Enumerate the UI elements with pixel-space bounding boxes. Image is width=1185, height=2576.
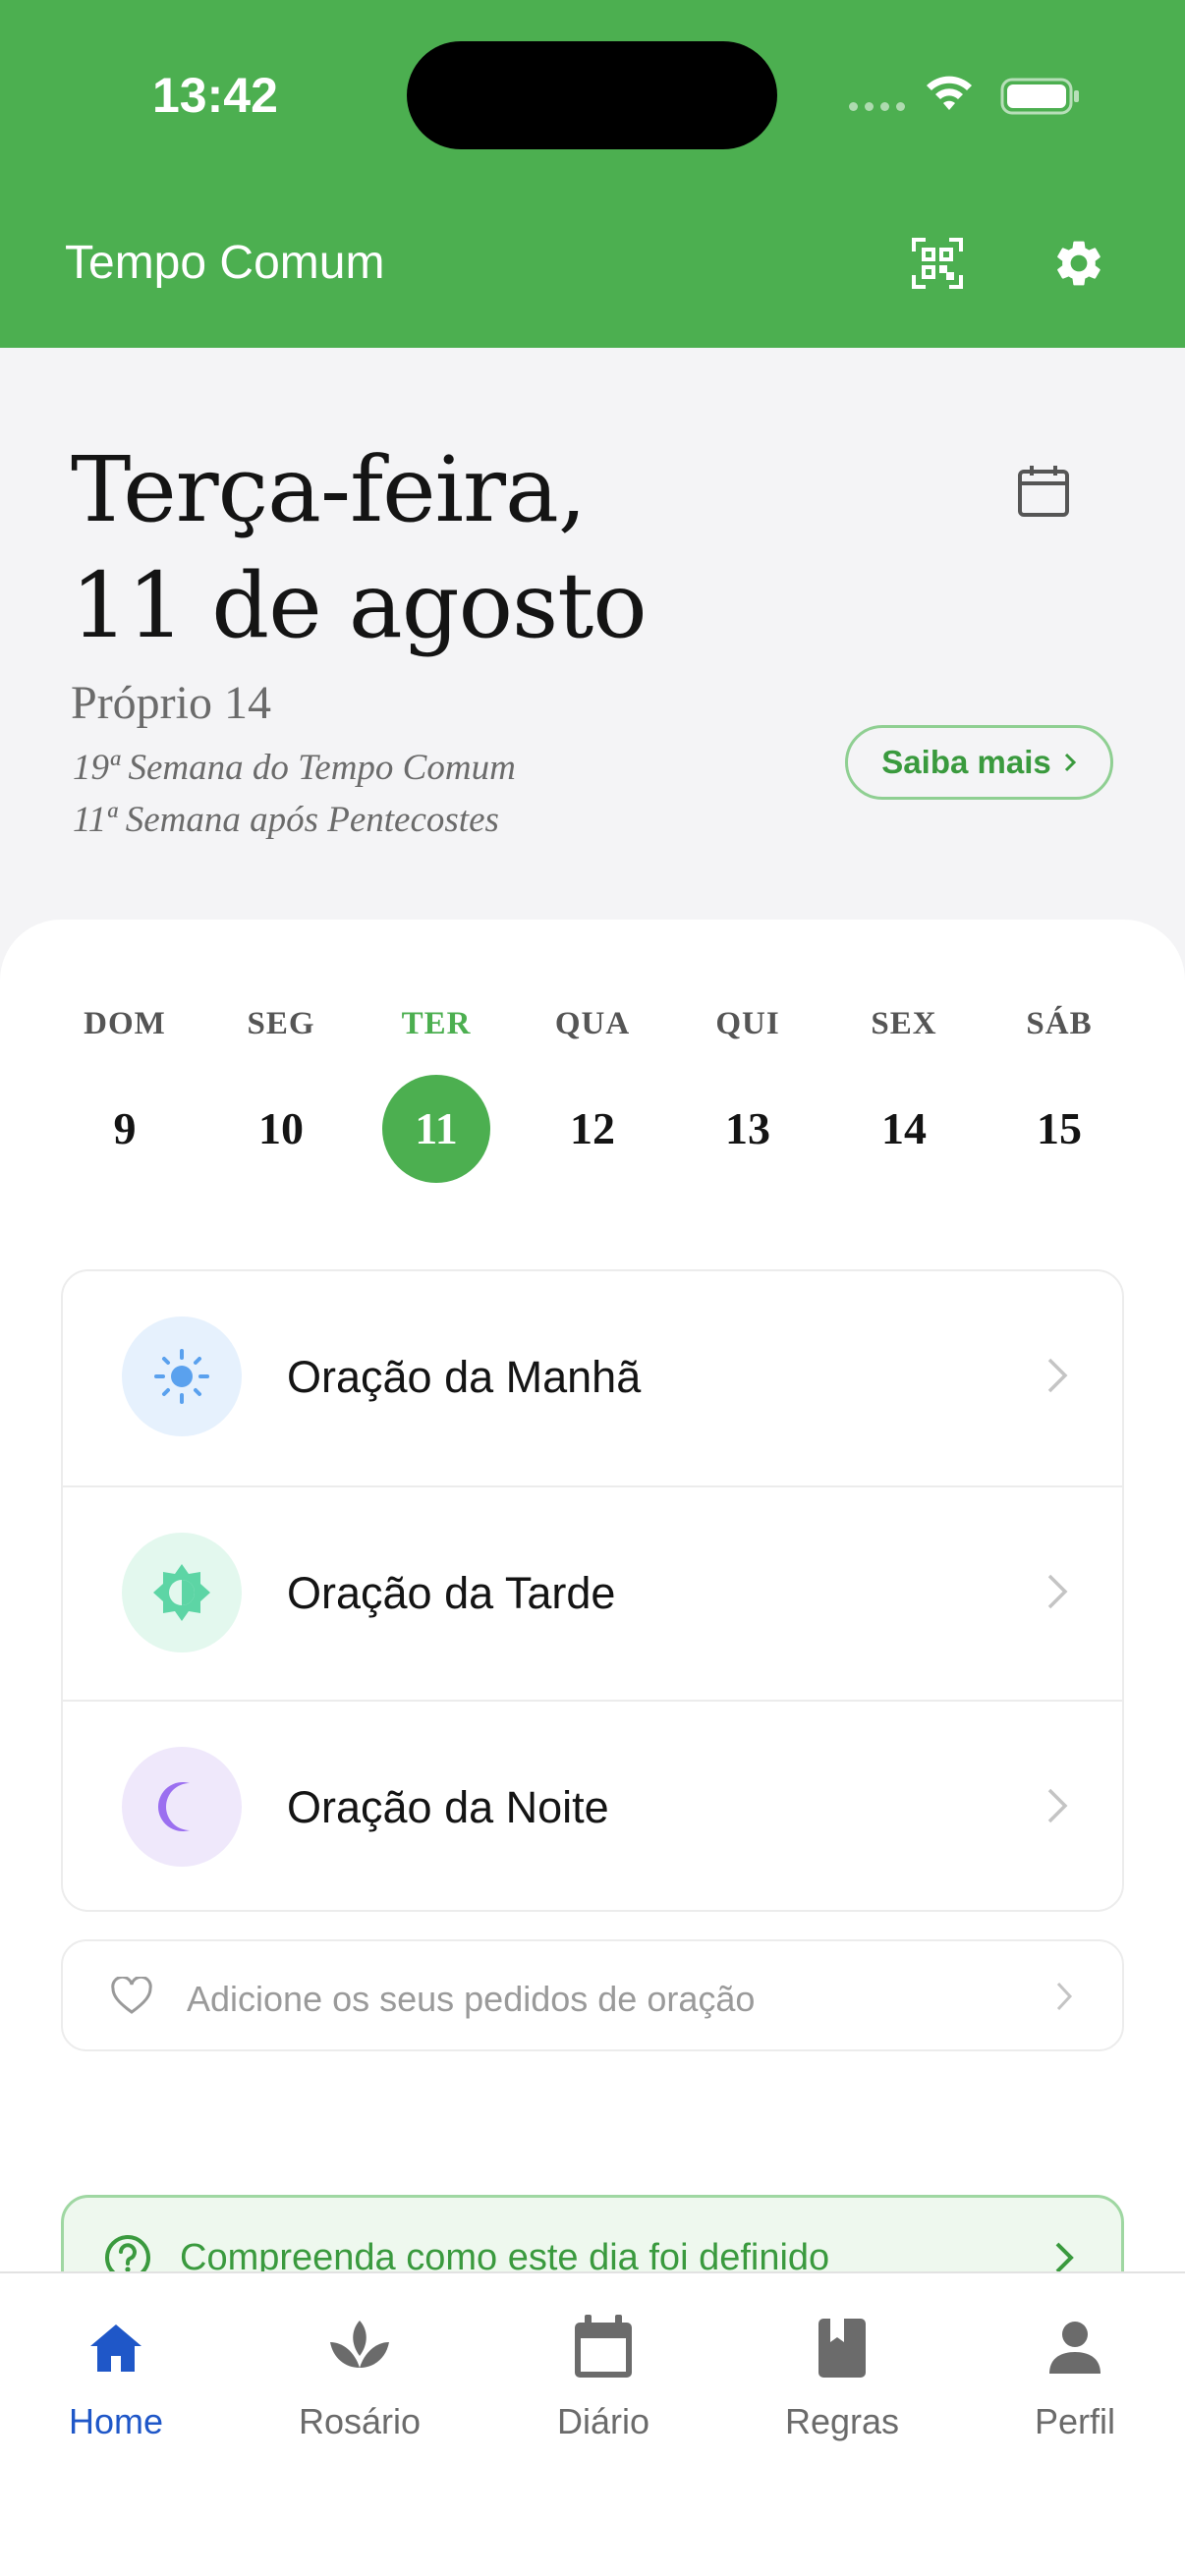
qr-code-icon[interactable] — [912, 238, 963, 289]
date-weekday: Terça-feira, — [71, 437, 587, 542]
tab-home[interactable]: Home — [18, 2313, 214, 2442]
prayer-morning-label: Oração da Manhã — [287, 1352, 642, 1402]
learn-more-label: Saiba mais — [881, 744, 1051, 780]
day-cell[interactable]: 12 — [538, 1075, 647, 1183]
cellular-signal-icon — [849, 102, 905, 111]
prayer-night-row[interactable]: Oração da Noite — [63, 1700, 1122, 1910]
day-cell[interactable]: 10 — [227, 1075, 335, 1183]
tab-rosario-label: Rosário — [298, 2401, 422, 2441]
prayer-requests-button[interactable]: Adicione os seus pedidos de oração — [61, 1939, 1124, 2051]
person-icon — [1049, 2322, 1100, 2374]
prayer-morning-row[interactable]: Oração da Manhã — [63, 1271, 1122, 1484]
app-title: Tempo Comum — [65, 237, 385, 289]
prayer-afternoon-row[interactable]: Oração da Tarde — [63, 1485, 1122, 1698]
week-pentecost-label: 11ª Semana após Pentecostes — [73, 800, 499, 840]
tab-diario[interactable]: Diário — [505, 2313, 702, 2442]
day-cell[interactable]: 9 — [71, 1075, 179, 1183]
chevron-right-icon — [1047, 1788, 1068, 1823]
day-cell[interactable]: 13 — [694, 1075, 802, 1183]
tab-perfil[interactable]: Perfil — [977, 2313, 1173, 2442]
tab-bar: Home Rosário Diário Regras Perfil — [0, 2271, 1185, 2576]
weekday-label: TER — [401, 1006, 472, 1041]
proper-label: Próprio 14 — [71, 677, 271, 729]
prayer-requests-label: Adicione os seus pedidos de oração — [187, 1979, 756, 2019]
chevron-right-icon — [1047, 1358, 1068, 1393]
weekday-label: SEX — [871, 1006, 937, 1041]
tab-regras-label: Regras — [784, 2401, 900, 2441]
date-day-month: 11 de agosto — [71, 553, 648, 658]
tab-perfil-label: Perfil — [1034, 2401, 1116, 2441]
day-cell[interactable]: 14 — [850, 1075, 958, 1183]
calendar-icon[interactable] — [1014, 462, 1073, 521]
chevron-right-icon — [1047, 1574, 1068, 1609]
dynamic-island — [407, 41, 777, 149]
weekday-label: QUI — [715, 1006, 780, 1041]
tab-home-label: Home — [68, 2401, 164, 2441]
app-header: 13:42 Tempo Comum — [0, 0, 1185, 348]
chevron-right-icon — [1064, 753, 1076, 772]
calendar-icon — [575, 2315, 632, 2378]
moon-icon — [122, 1747, 242, 1867]
weekday-label: SÁB — [1026, 1006, 1093, 1041]
wifi-icon — [927, 76, 972, 110]
book-icon — [818, 2319, 866, 2378]
tab-rosario[interactable]: Rosário — [261, 2313, 458, 2442]
tab-regras[interactable]: Regras — [744, 2313, 940, 2442]
gear-icon[interactable] — [1051, 236, 1106, 291]
prayer-afternoon-label: Oração da Tarde — [287, 1568, 616, 1618]
status-time: 13:42 — [152, 68, 278, 123]
week-ordinary-label: 19ª Semana do Tempo Comum — [73, 748, 516, 788]
weekday-label: SEG — [247, 1006, 315, 1041]
lotus-icon — [330, 2321, 389, 2368]
sun-icon — [122, 1316, 242, 1436]
sun-half-icon — [122, 1533, 242, 1652]
chevron-right-icon — [1055, 2242, 1074, 2273]
chevron-right-icon — [1056, 1982, 1073, 2011]
prayer-list: Oração da Manhã Oração da Tarde Oração d… — [61, 1269, 1124, 1912]
tab-diario-label: Diário — [556, 2401, 650, 2441]
weekday-label: DOM — [84, 1006, 166, 1041]
battery-icon — [1000, 78, 1079, 115]
heart-icon — [111, 1977, 152, 2014]
home-icon — [90, 2324, 141, 2372]
prayer-night-label: Oração da Noite — [287, 1782, 609, 1832]
day-cell[interactable]: 15 — [1005, 1075, 1113, 1183]
weekday-label: QUA — [554, 1006, 631, 1041]
date-heading: Terça-feira, 11 de agosto — [71, 432, 648, 664]
day-cell-selected[interactable]: 11 — [382, 1075, 490, 1183]
learn-more-button[interactable]: Saiba mais — [845, 725, 1113, 800]
